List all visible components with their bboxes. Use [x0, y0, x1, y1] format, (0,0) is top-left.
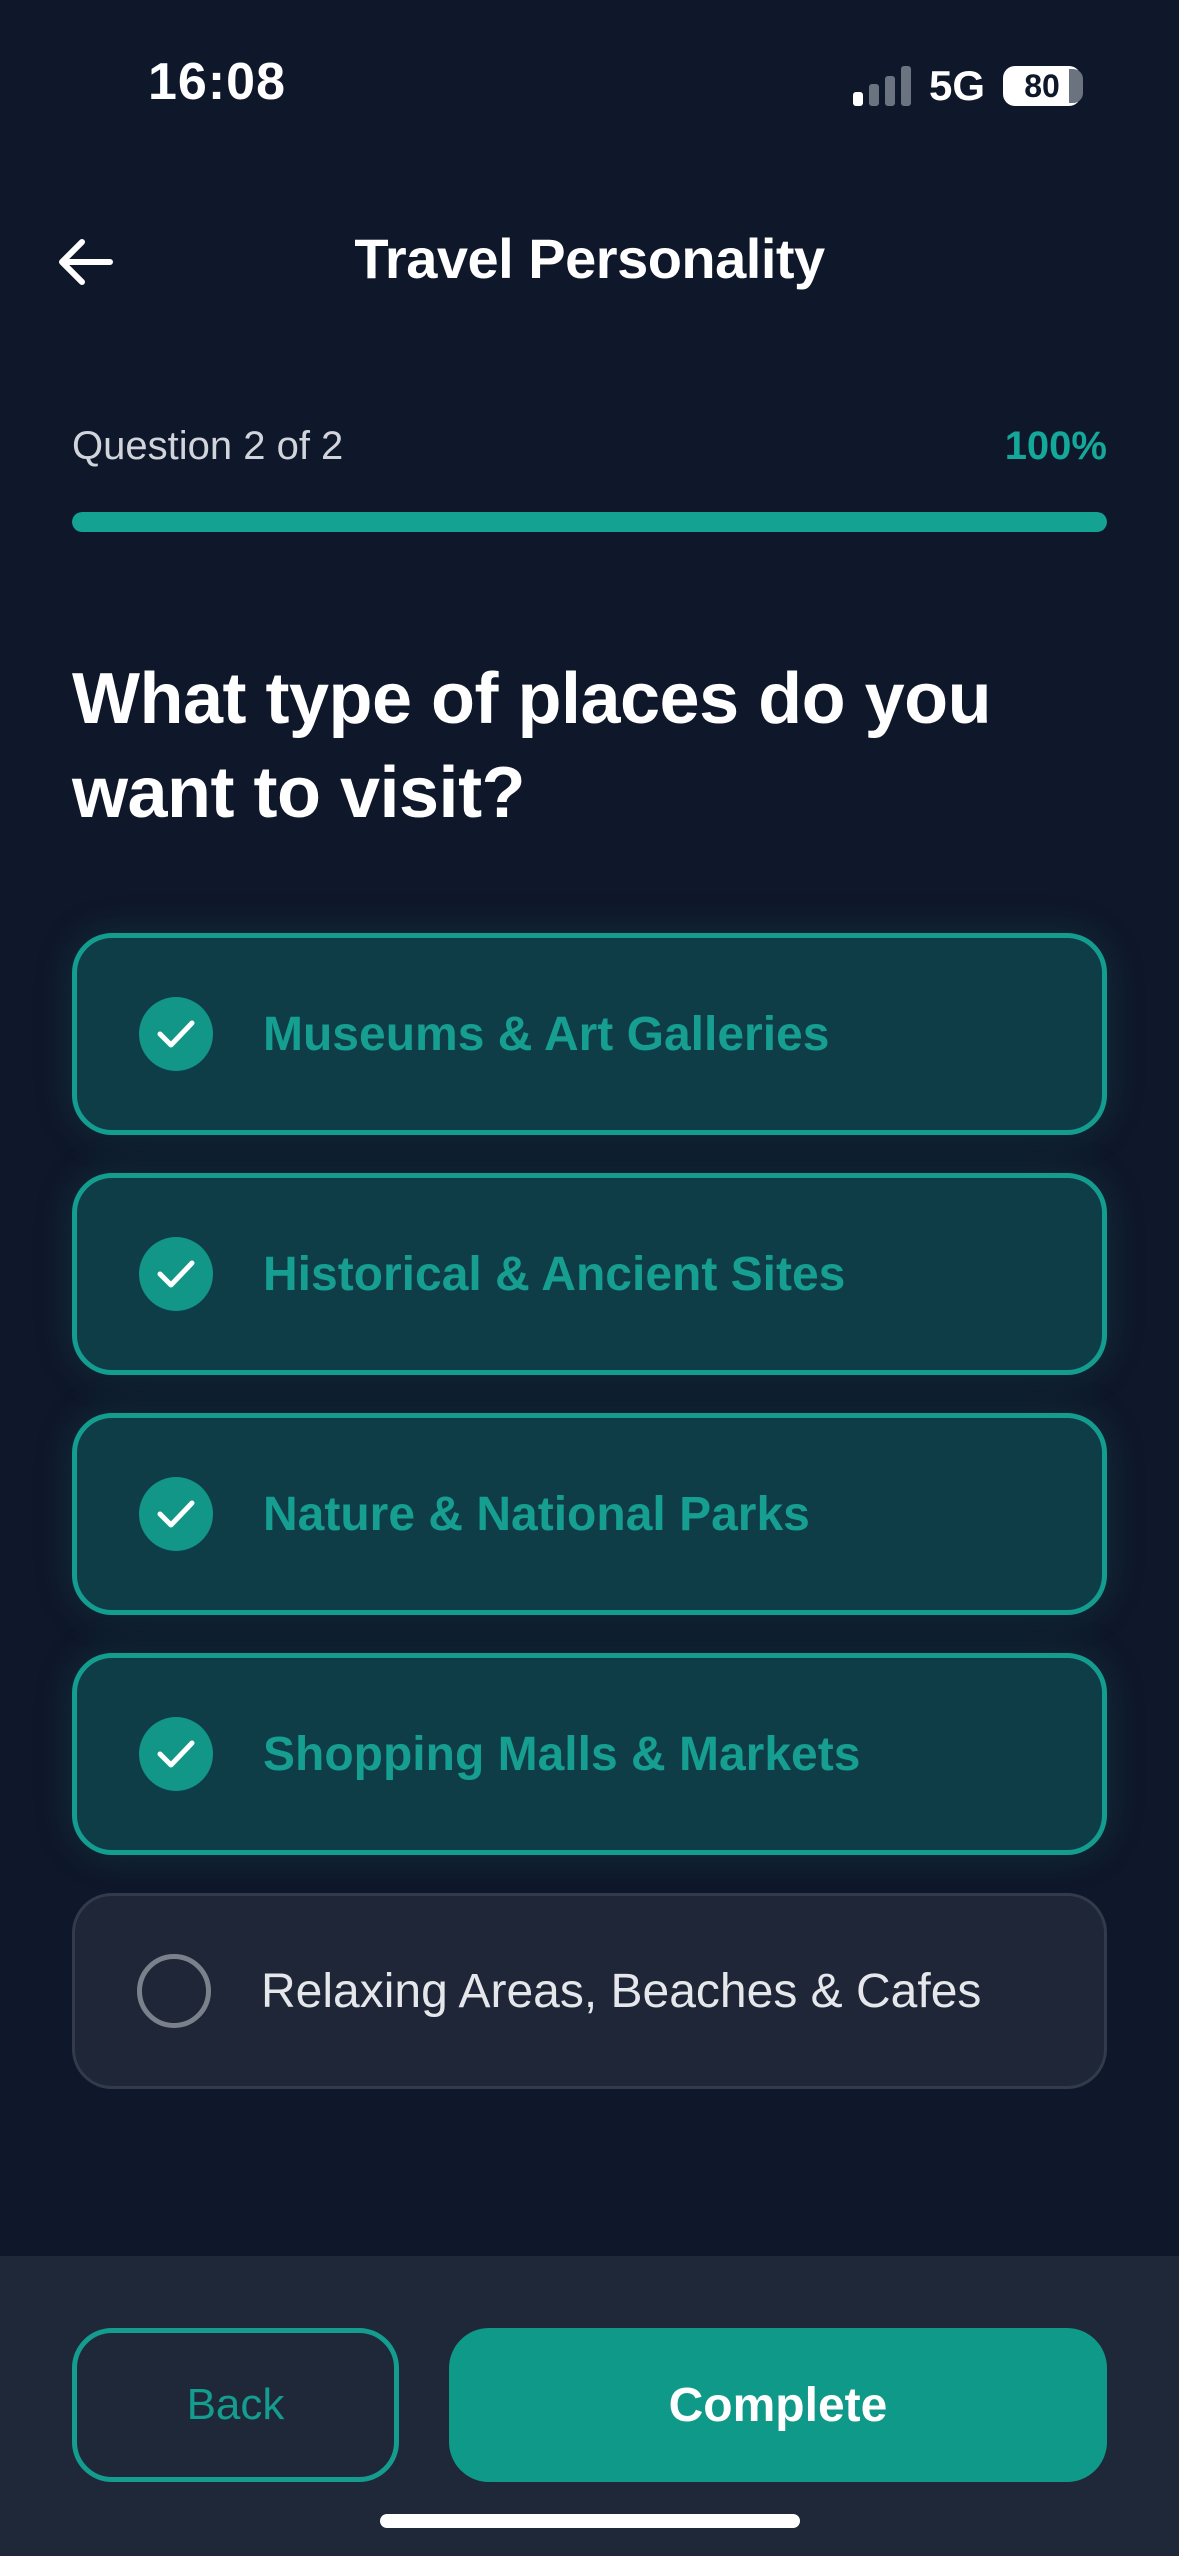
progress-fill	[72, 512, 1107, 532]
progress-percent: 100%	[1004, 424, 1107, 468]
check-icon	[139, 1477, 213, 1551]
progress-bar	[72, 512, 1107, 532]
check-icon	[139, 1237, 213, 1311]
battery-level: 80	[1024, 67, 1060, 104]
options-list: Museums & Art Galleries Historical & Anc…	[72, 933, 1107, 2127]
back-button[interactable]: Back	[72, 2328, 399, 2482]
radio-icon	[137, 1954, 211, 2028]
page-title: Travel Personality	[354, 227, 825, 290]
complete-button[interactable]: Complete	[449, 2328, 1107, 2482]
status-indicators: 5G 80	[852, 62, 1083, 110]
option-shopping[interactable]: Shopping Malls & Markets	[72, 1653, 1107, 1855]
option-nature[interactable]: Nature & National Parks	[72, 1413, 1107, 1615]
signal-icon	[852, 66, 911, 106]
option-museums[interactable]: Museums & Art Galleries	[72, 933, 1107, 1135]
home-indicator[interactable]	[380, 2514, 800, 2528]
option-relaxing[interactable]: Relaxing Areas, Beaches & Cafes	[72, 1893, 1107, 2089]
option-label: Nature & National Parks	[263, 1487, 810, 1541]
status-time: 16:08	[148, 53, 286, 111]
question-text: What type of places do you want to visit…	[72, 659, 992, 833]
option-label: Shopping Malls & Markets	[263, 1727, 861, 1781]
check-icon	[139, 997, 213, 1071]
check-icon	[139, 1717, 213, 1791]
footer-bar: Back Complete	[0, 2256, 1179, 2556]
option-label: Museums & Art Galleries	[263, 1007, 830, 1061]
progress-label: Question 2 of 2	[72, 424, 344, 468]
screen: 16:08 5G 80 Travel Personality Question …	[0, 0, 1179, 2556]
network-label: 5G	[928, 62, 985, 109]
battery-icon: 80	[1003, 66, 1083, 106]
option-label: Historical & Ancient Sites	[263, 1247, 846, 1301]
option-label: Relaxing Areas, Beaches & Cafes	[261, 1964, 982, 2018]
option-historical[interactable]: Historical & Ancient Sites	[72, 1173, 1107, 1375]
